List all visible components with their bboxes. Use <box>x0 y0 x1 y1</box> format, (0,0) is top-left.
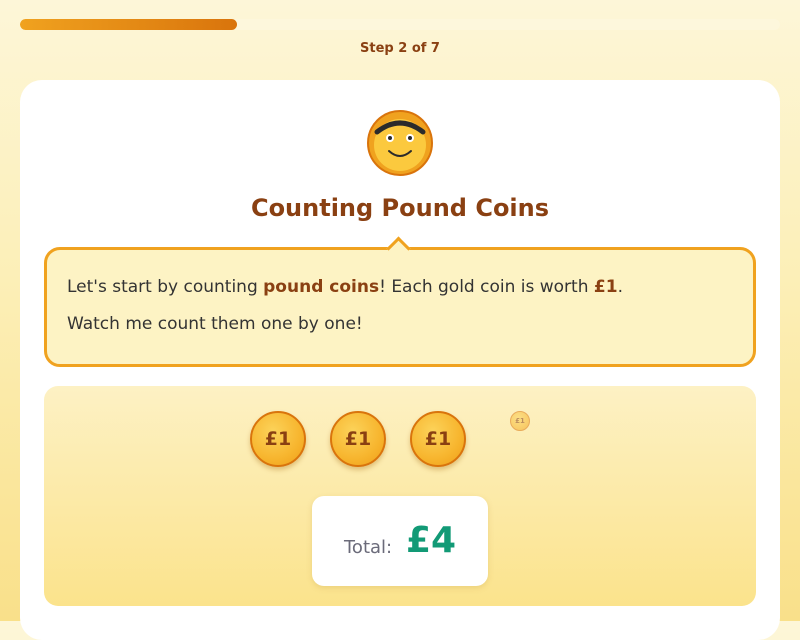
coin-counting-area: £1 £1 £1 £1 Total: £4 <box>44 386 756 606</box>
progress-bar-fill <box>20 19 238 30</box>
speech-bubble: Let's start by counting pound coins! Eac… <box>44 236 756 367</box>
lesson-title: Counting Pound Coins <box>250 194 550 222</box>
total-value: £4 <box>406 520 457 561</box>
smiling-coin-mascot-icon <box>367 110 433 176</box>
highlight-coin-value: £1 <box>593 277 618 297</box>
pound-coin[interactable]: £1 <box>250 411 306 467</box>
speech-line-2: Watch me count them one by one! <box>67 314 363 334</box>
highlight-pound-coins: pound coins <box>263 277 380 297</box>
total-label: Total: <box>344 537 393 558</box>
pound-coin-appearing: £1 <box>510 411 530 431</box>
speech-line-1: Let's start by counting pound coins! Eac… <box>67 277 623 297</box>
pound-coin[interactable]: £1 <box>410 411 466 467</box>
progress-bar <box>20 19 780 30</box>
pound-coin[interactable]: £1 <box>330 411 386 467</box>
step-indicator: Step 2 of 7 <box>360 41 440 56</box>
speech-bubble-tail <box>386 236 411 261</box>
lesson-card: Counting Pound Coins Let's start by coun… <box>20 80 780 640</box>
total-display: Total: £4 <box>312 496 488 586</box>
